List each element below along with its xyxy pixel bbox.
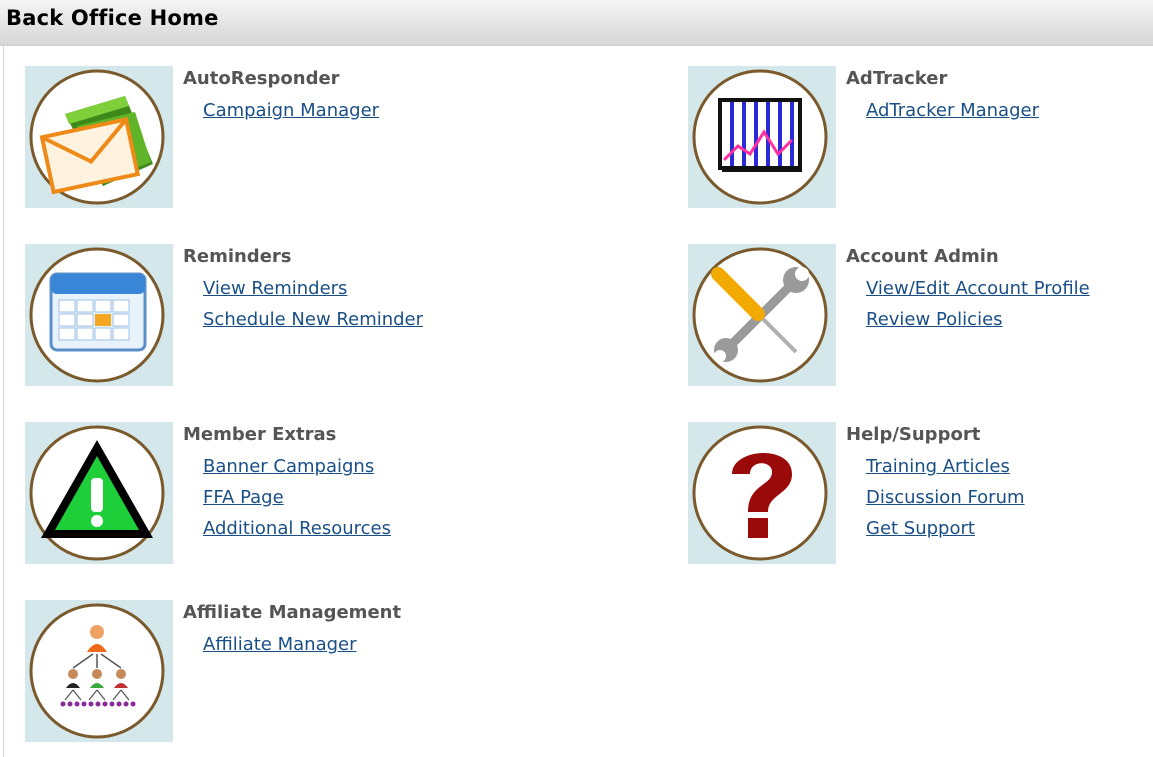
view-reminders-link[interactable]: View Reminders <box>203 278 347 299</box>
back-office-page: Back Office Home AutoResponder Campaign … <box>0 0 1153 757</box>
discussion-forum-link[interactable]: Discussion Forum <box>866 487 1025 508</box>
section-member-extras: Member Extras Banner Campaigns FFA Page … <box>25 422 495 567</box>
affiliate-manager-link[interactable]: Affiliate Manager <box>203 634 357 655</box>
section-title-help-support: Help/Support <box>846 424 981 445</box>
link-list: AdTracker Manager <box>866 100 1039 131</box>
schedule-new-reminder-link[interactable]: Schedule New Reminder <box>203 309 423 330</box>
section-title-account-admin: Account Admin <box>846 246 999 267</box>
training-articles-link[interactable]: Training Articles <box>866 456 1010 477</box>
banner-campaigns-link[interactable]: Banner Campaigns <box>203 456 374 477</box>
section-title-member-extras: Member Extras <box>183 424 337 445</box>
section-title-affiliate-management: Affiliate Management <box>183 602 402 623</box>
adtracker-manager-link[interactable]: AdTracker Manager <box>866 100 1039 121</box>
org-chart-icon[interactable] <box>25 600 173 742</box>
link-list: Training Articles Discussion Forum Get S… <box>866 456 1025 549</box>
ffa-page-link[interactable]: FFA Page <box>203 487 284 508</box>
link-list: Banner Campaigns FFA Page Additional Res… <box>203 456 391 549</box>
section-account-admin: Account Admin View/Edit Account Profile … <box>688 244 1153 389</box>
warning-triangle-icon[interactable] <box>25 422 173 564</box>
tools-icon[interactable] <box>688 244 836 386</box>
left-border <box>3 46 4 757</box>
question-mark-icon[interactable] <box>688 422 836 564</box>
section-affiliate-management: Affiliate Management Affiliate Manager <box>25 600 495 745</box>
title-bar: Back Office Home <box>0 0 1153 46</box>
page-title: Back Office Home <box>6 6 219 30</box>
section-adtracker: AdTracker AdTracker Manager <box>688 66 1153 211</box>
link-list: View Reminders Schedule New Reminder <box>203 278 423 340</box>
additional-resources-link[interactable]: Additional Resources <box>203 518 391 539</box>
review-policies-link[interactable]: Review Policies <box>866 309 1003 330</box>
section-help-support: Help/Support Training Articles Discussio… <box>688 422 1153 567</box>
section-reminders: Reminders View Reminders Schedule New Re… <box>25 244 495 389</box>
link-list: Campaign Manager <box>203 100 379 131</box>
section-title-reminders: Reminders <box>183 246 292 267</box>
link-list: View/Edit Account Profile Review Policie… <box>866 278 1090 340</box>
calendar-icon[interactable] <box>25 244 173 386</box>
campaign-manager-link[interactable]: Campaign Manager <box>203 100 379 121</box>
get-support-link[interactable]: Get Support <box>866 518 975 539</box>
link-list: Affiliate Manager <box>203 634 357 665</box>
section-title-adtracker: AdTracker <box>846 68 948 89</box>
line-chart-icon[interactable] <box>688 66 836 208</box>
envelope-folder-icon[interactable] <box>25 66 173 208</box>
view-edit-account-profile-link[interactable]: View/Edit Account Profile <box>866 278 1090 299</box>
section-autoresponder: AutoResponder Campaign Manager <box>25 66 495 211</box>
section-title-autoresponder: AutoResponder <box>183 68 340 89</box>
